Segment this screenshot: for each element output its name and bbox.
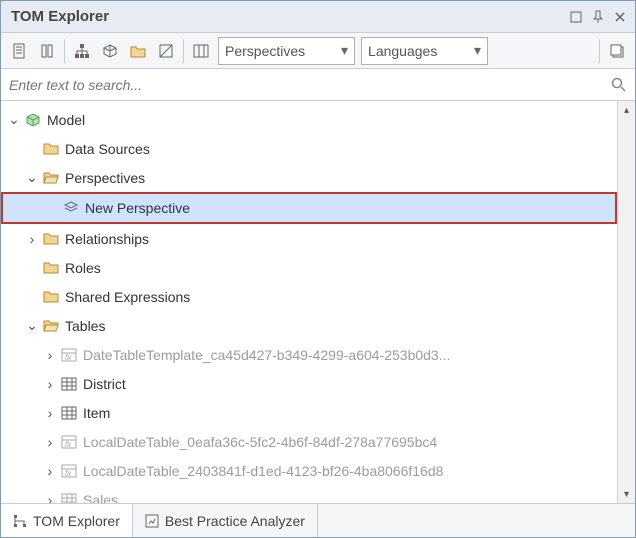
tab-label: Best Practice Analyzer [165, 513, 305, 529]
expander-icon[interactable]: › [41, 492, 59, 504]
tree-node-perspectives[interactable]: ⌄ Perspectives [1, 163, 617, 192]
expander-icon[interactable]: ⌄ [5, 111, 23, 128]
bottom-tabs: TOM Explorer Best Practice Analyzer [1, 503, 635, 537]
close-icon[interactable] [609, 6, 631, 28]
dropdown-label: Languages [368, 43, 468, 59]
hidden-icon[interactable] [152, 37, 180, 65]
tree-node-tables[interactable]: ⌄ Tables [1, 311, 617, 340]
toolbar-btn-2[interactable] [33, 37, 61, 65]
tree-label: DateTableTemplate_ca45d427-b349-4299-a60… [83, 347, 450, 363]
tree-view[interactable]: ⌄ Model › Data Sources ⌄ Perspectives › … [1, 101, 617, 503]
tree-node-new-perspective[interactable]: › New Perspective [1, 192, 617, 224]
search-input[interactable] [9, 77, 611, 93]
tab-label: TOM Explorer [33, 513, 120, 529]
tree-node-shared-expressions[interactable]: › Shared Expressions [1, 282, 617, 311]
perspectives-dropdown[interactable]: Perspectives ▾ [218, 37, 355, 65]
expander-icon[interactable]: › [41, 347, 59, 363]
toolbar: Perspectives ▾ Languages ▾ [1, 33, 635, 69]
overflow-icon[interactable] [603, 37, 631, 65]
tree-node-sales[interactable]: › Sales [1, 485, 617, 503]
columns-icon[interactable] [187, 37, 215, 65]
tree-label: LocalDateTable_2403841f-d1ed-4123-bf26-4… [83, 463, 443, 479]
expander-icon[interactable]: › [41, 376, 59, 392]
dropdown-label: Perspectives [225, 43, 335, 59]
tab-tom-explorer[interactable]: TOM Explorer [1, 504, 133, 537]
window-icon[interactable] [565, 6, 587, 28]
tree-label: Roles [65, 260, 101, 276]
cube-icon[interactable] [96, 37, 124, 65]
folder-icon[interactable] [124, 37, 152, 65]
folder-open-icon [41, 319, 61, 332]
tree-label: New Perspective [85, 200, 190, 216]
folder-icon [41, 232, 61, 245]
tree-node-local2[interactable]: › fx LocalDateTable_2403841f-d1ed-4123-b… [1, 456, 617, 485]
tree-label: Item [83, 405, 110, 421]
tree-label: Model [47, 112, 85, 128]
expander-icon[interactable]: ⌄ [23, 169, 41, 186]
chevron-down-icon: ▾ [341, 42, 348, 59]
expander-icon[interactable]: › [41, 463, 59, 479]
tree-label: Perspectives [65, 170, 145, 186]
scroll-up-icon[interactable]: ▴ [618, 101, 635, 119]
scroll-down-icon[interactable]: ▾ [618, 485, 635, 503]
search-icon[interactable] [611, 77, 627, 93]
folder-icon [41, 290, 61, 303]
tree-label: Shared Expressions [65, 289, 190, 305]
hierarchy-icon[interactable] [68, 37, 96, 65]
tree-node-relationships[interactable]: › Relationships [1, 224, 617, 253]
svg-text:fx: fx [65, 353, 72, 362]
table-icon [59, 406, 79, 420]
expander-icon[interactable]: › [41, 434, 59, 450]
tree-node-local1[interactable]: › fx LocalDateTable_0eafa36c-5fc2-4b6f-8… [1, 427, 617, 456]
window-title: TOM Explorer [11, 8, 565, 25]
tree-label: Relationships [65, 231, 149, 247]
tree-label: Tables [65, 318, 105, 334]
fx-table-icon: fx [59, 435, 79, 449]
folder-icon [41, 261, 61, 274]
svg-text:fx: fx [65, 440, 72, 449]
tree-node-model[interactable]: ⌄ Model [1, 105, 617, 134]
expander-icon[interactable]: › [41, 405, 59, 421]
toolbar-separator [599, 39, 600, 63]
tree-node-data-sources[interactable]: › Data Sources [1, 134, 617, 163]
fx-table-icon: fx [59, 464, 79, 478]
analyzer-icon [145, 514, 159, 528]
tree-node-district[interactable]: › District [1, 369, 617, 398]
folder-open-icon [41, 171, 61, 184]
table-icon [59, 493, 79, 504]
tab-bpa[interactable]: Best Practice Analyzer [133, 504, 318, 537]
tree-label: Data Sources [65, 141, 150, 157]
folder-icon [41, 142, 61, 155]
fx-table-icon: fx [59, 348, 79, 362]
toolbar-separator [64, 39, 65, 63]
tree-node-date-template[interactable]: › fx DateTableTemplate_ca45d427-b349-429… [1, 340, 617, 369]
tree-label: District [83, 376, 126, 392]
tree-node-roles[interactable]: › Roles [1, 253, 617, 282]
model-icon [23, 112, 43, 128]
toolbar-btn-1[interactable] [5, 37, 33, 65]
tree-label: LocalDateTable_0eafa36c-5fc2-4b6f-84df-2… [83, 434, 437, 450]
perspective-icon [61, 200, 81, 216]
table-icon [59, 377, 79, 391]
tree-label: Sales [83, 492, 118, 504]
chevron-down-icon: ▾ [474, 42, 481, 59]
vertical-scrollbar[interactable]: ▴ ▾ [617, 101, 635, 503]
tree-node-item[interactable]: › Item [1, 398, 617, 427]
pin-icon[interactable] [587, 6, 609, 28]
expander-icon[interactable]: ⌄ [23, 317, 41, 334]
tree-icon [13, 514, 27, 528]
search-bar [1, 69, 635, 101]
title-bar: TOM Explorer [1, 1, 635, 33]
toolbar-separator [183, 39, 184, 63]
languages-dropdown[interactable]: Languages ▾ [361, 37, 488, 65]
svg-text:fx: fx [65, 469, 72, 478]
expander-icon[interactable]: › [23, 231, 41, 247]
